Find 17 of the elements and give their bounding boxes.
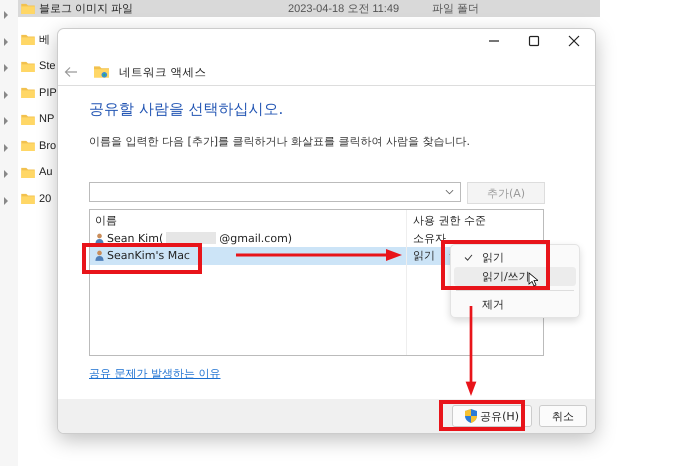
user-name: Sean Kim( [107, 232, 164, 245]
file-type: 파일 폴더 [432, 2, 480, 16]
file-name: NP [39, 113, 54, 126]
window-title: 네트워크 액세스 [119, 64, 207, 80]
file-name: Au [39, 166, 52, 178]
file-name: 20 [39, 192, 52, 205]
user-name: SeanKim's Mac [107, 249, 190, 262]
user-email: @gmail.com) [219, 232, 292, 245]
file-name: 블로그 이미지 파일 [39, 2, 134, 16]
file-name: Bro [39, 140, 56, 152]
permission-level: 읽기 [413, 248, 435, 264]
file-name: 베 [39, 33, 50, 48]
instruction-text: 이름을 입력한 다음 [추가]를 클릭하거나 화살표를 클릭하여 사람을 찾습니다. [89, 134, 472, 149]
file-date: 2023-04-18 오전 11:49 [288, 2, 400, 16]
dialog-heading: 공유할 사람을 선택하십시오. [89, 100, 284, 119]
file-name: Ste [39, 60, 56, 72]
file-name: PIP [39, 86, 57, 99]
